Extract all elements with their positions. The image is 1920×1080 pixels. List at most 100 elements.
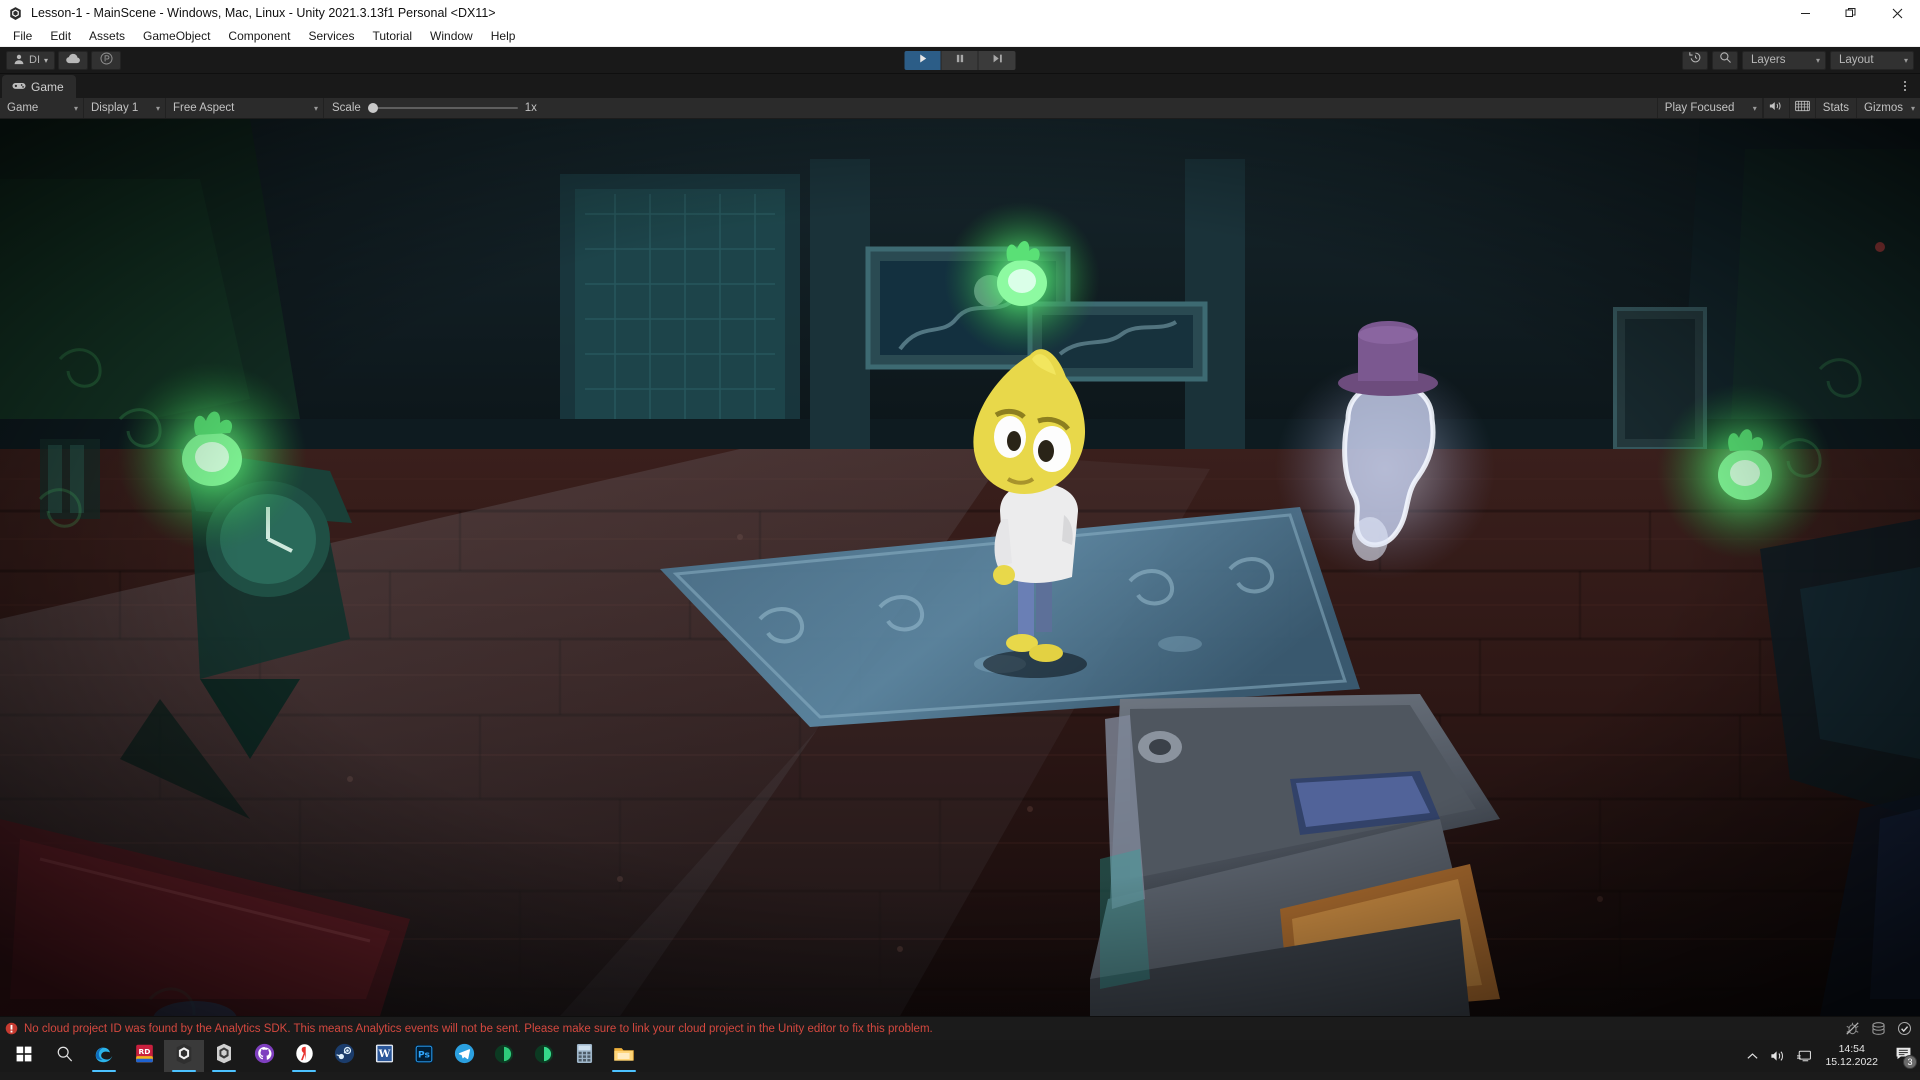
cloud-button[interactable]	[58, 50, 89, 70]
pause-icon	[954, 51, 965, 69]
debugger-disabled-icon[interactable]	[1840, 1019, 1864, 1039]
play-focus-dropdown[interactable]: Play Focused ▾	[1656, 98, 1763, 118]
volume-icon[interactable]	[1765, 1040, 1791, 1072]
tab-game-label: Game	[31, 79, 64, 94]
more-vertical-icon[interactable]	[1898, 78, 1912, 94]
taskbar-app-unity-editor[interactable]	[164, 1040, 204, 1072]
windows-taskbar: RD W Ps 14:54 15.12.2022 3	[0, 1040, 1920, 1072]
status-message: No cloud project ID was found by the Ana…	[24, 1022, 933, 1035]
taskbar-app-rider[interactable]: RD	[124, 1040, 164, 1072]
taskbar-app-calculator[interactable]	[564, 1040, 604, 1072]
play-focus-label: Play Focused	[1664, 102, 1735, 114]
fullscreen-toggle-button[interactable]	[1788, 98, 1815, 118]
display-dropdown[interactable]: Display 1 ▾	[84, 98, 166, 118]
chevron-down-icon: ▾	[1752, 103, 1757, 113]
taskbar-app-green-one[interactable]	[484, 1040, 524, 1072]
menu-gameobject[interactable]: GameObject	[134, 27, 219, 46]
menu-component[interactable]: Component	[219, 27, 299, 46]
step-button[interactable]	[978, 50, 1016, 70]
menu-window[interactable]: Window	[421, 27, 482, 46]
history-undo-icon	[1688, 51, 1702, 69]
chevron-down-icon: ▾	[1910, 103, 1915, 113]
taskbar-app-green-two[interactable]	[524, 1040, 564, 1072]
search-button[interactable]	[1712, 50, 1738, 70]
unity-main-toolbar: DI ▾ Layers ▾ Layout ▾	[0, 47, 1920, 74]
svg-text:W: W	[377, 1048, 390, 1060]
stats-button[interactable]: Stats	[1814, 98, 1856, 118]
play-button[interactable]	[904, 50, 942, 70]
unity-icon	[174, 1043, 194, 1070]
taskbar-search-button[interactable]	[44, 1040, 84, 1072]
cache-server-icon[interactable]	[1866, 1019, 1890, 1039]
undo-history-button[interactable]	[1682, 50, 1708, 70]
error-circle-icon	[5, 1022, 18, 1035]
taskbar-app-steam[interactable]	[324, 1040, 364, 1072]
scale-slider-group[interactable]: Scale 1x	[324, 98, 545, 118]
scale-slider-track[interactable]	[367, 103, 518, 113]
taskbar-app-unity-hub[interactable]	[204, 1040, 244, 1072]
aspect-ratio-dropdown[interactable]: Free Aspect ▾	[166, 98, 324, 118]
scale-slider-knob[interactable]	[367, 103, 378, 113]
account-button[interactable]: DI ▾	[6, 50, 56, 70]
edge-icon	[93, 1043, 115, 1070]
gizmos-dropdown[interactable]: Gizmos ▾	[1856, 98, 1920, 118]
plastic-scm-button[interactable]	[91, 50, 122, 70]
mute-audio-button[interactable]	[1762, 98, 1789, 118]
taskbar-app-yandex-browser[interactable]	[284, 1040, 324, 1072]
step-forward-icon	[991, 51, 1003, 69]
chevron-down-icon: ▾	[1815, 55, 1820, 65]
chevron-down-icon: ▾	[1903, 55, 1908, 65]
layout-dropdown[interactable]: Layout ▾	[1830, 50, 1914, 70]
close-button[interactable]	[1874, 0, 1920, 26]
game-toolbar-right-group: Play Focused ▾ Stats Gizmos ▾	[1656, 98, 1920, 119]
unity-status-bar[interactable]: No cloud project ID was found by the Ana…	[0, 1016, 1920, 1040]
layers-dropdown[interactable]: Layers ▾	[1742, 50, 1826, 70]
start-button[interactable]	[4, 1040, 44, 1072]
tab-game[interactable]: Game	[2, 75, 76, 98]
network-monitor-icon[interactable]	[1791, 1040, 1817, 1072]
cloud-icon	[65, 53, 81, 67]
running-indicator	[212, 1069, 236, 1072]
toolbar-right-group: Layers ▾ Layout ▾	[1682, 50, 1914, 70]
gizmos-label: Gizmos	[1864, 102, 1903, 114]
taskbar-app-github[interactable]	[244, 1040, 284, 1072]
chevron-up-icon[interactable]	[1739, 1040, 1765, 1072]
menu-tutorial[interactable]: Tutorial	[363, 27, 421, 46]
status-bar-icons	[1840, 1019, 1916, 1039]
game-viewport[interactable]	[0, 119, 1920, 1016]
github-icon	[254, 1043, 275, 1069]
taskbar-app-word[interactable]: W	[364, 1040, 404, 1072]
speaker-audio-icon	[1769, 99, 1783, 117]
check-circle-icon[interactable]	[1892, 1019, 1916, 1039]
menu-services[interactable]: Services	[299, 27, 363, 46]
chevron-down-icon: ▾	[44, 55, 49, 65]
chevron-down-icon: ▾	[155, 103, 160, 113]
account-label: DI	[29, 54, 40, 66]
chevron-down-icon: ▾	[73, 103, 78, 113]
taskbar-clock[interactable]: 14:54 15.12.2022	[1817, 1040, 1886, 1072]
pause-button[interactable]	[941, 50, 979, 70]
photoshop-icon: Ps	[414, 1044, 434, 1069]
notification-center-button[interactable]: 3	[1886, 1040, 1920, 1072]
person-icon	[13, 53, 25, 68]
view-mode-dropdown[interactable]: Game ▾	[0, 98, 84, 118]
maximize-restore-button[interactable]	[1828, 0, 1874, 26]
taskbar-app-file-explorer[interactable]	[604, 1040, 644, 1072]
taskbar-app-photoshop[interactable]: Ps	[404, 1040, 444, 1072]
word-icon: W	[375, 1043, 394, 1069]
minimize-button[interactable]	[1782, 0, 1828, 26]
running-indicator	[172, 1069, 196, 1072]
window-title: Lesson-1 - MainScene - Windows, Mac, Lin…	[31, 6, 496, 20]
layers-label: Layers	[1751, 54, 1786, 66]
notification-badge: 3	[1903, 1055, 1917, 1069]
svg-text:RD: RD	[138, 1047, 150, 1056]
menu-assets[interactable]: Assets	[80, 27, 134, 46]
chevron-down-icon: ▾	[313, 103, 318, 113]
menu-edit[interactable]: Edit	[41, 27, 80, 46]
yandex-icon	[294, 1043, 315, 1069]
taskbar-app-telegram[interactable]	[444, 1040, 484, 1072]
taskbar-app-edge[interactable]	[84, 1040, 124, 1072]
layout-label: Layout	[1839, 54, 1874, 66]
menu-file[interactable]: File	[4, 27, 41, 46]
menu-help[interactable]: Help	[482, 27, 525, 46]
